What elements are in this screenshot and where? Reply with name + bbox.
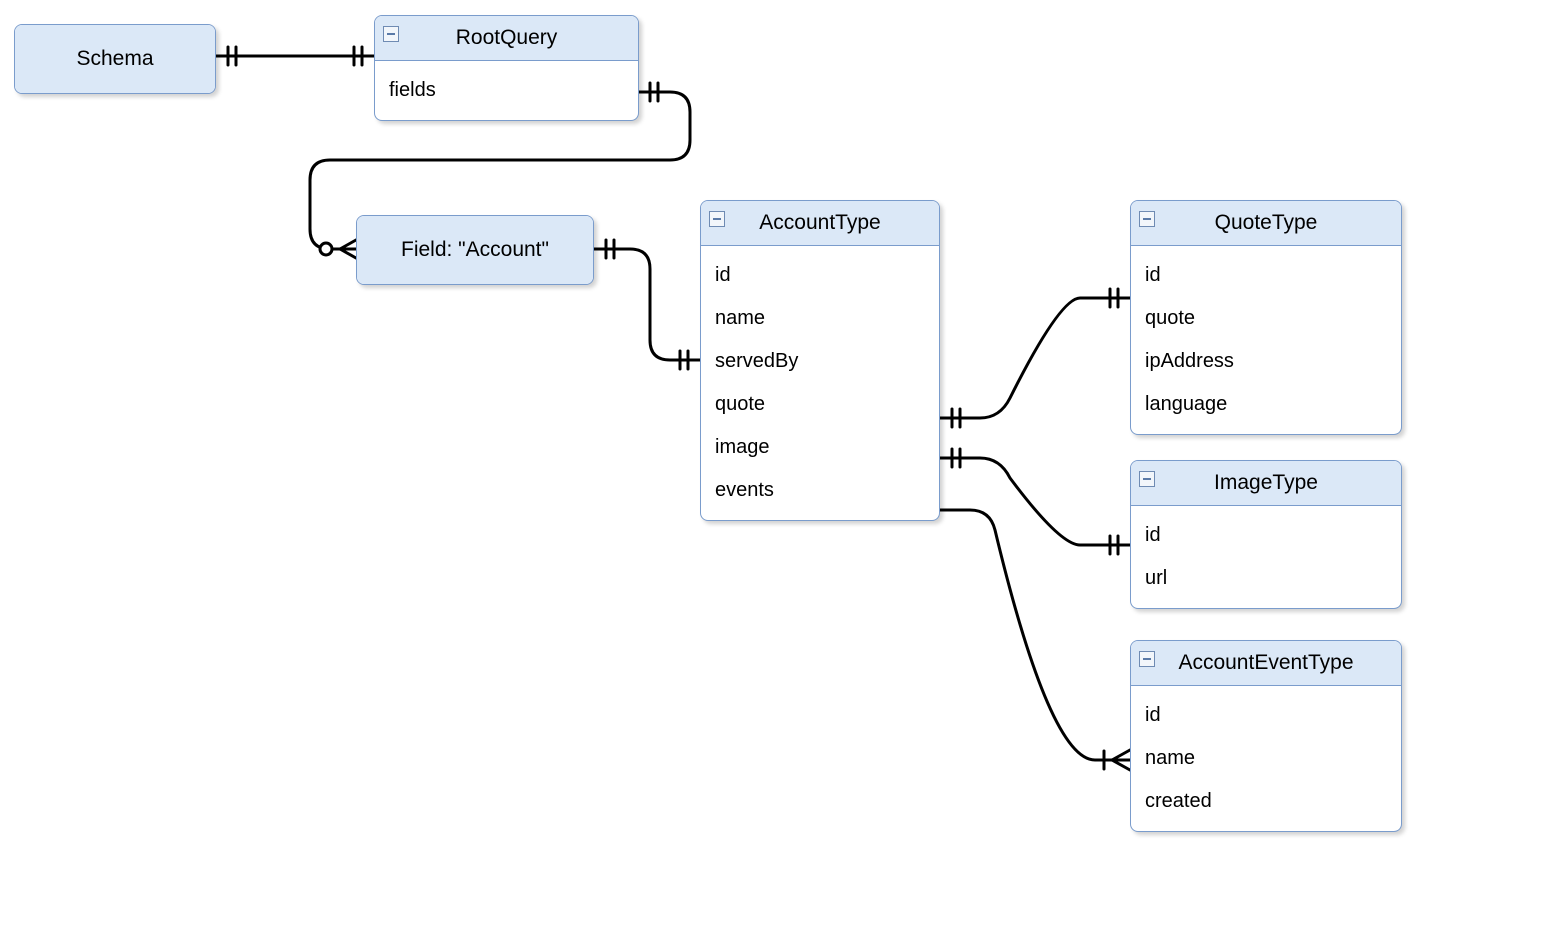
field-row: quote [715,383,925,426]
field-label: name [715,307,765,329]
edge-accounttype-imagetype [940,449,1130,554]
field-label: language [1145,393,1227,415]
entity-imagetype-body: id url [1131,506,1401,608]
entity-rootquery-title: RootQuery [456,26,558,49]
entity-schema[interactable]: Schema [14,24,216,94]
field-row: id [1145,694,1387,737]
collapse-icon[interactable] [1139,211,1155,227]
entity-accounteventtype[interactable]: AccountEventType id name created [1130,640,1402,832]
entity-rootquery[interactable]: RootQuery fields [374,15,639,121]
collapse-icon[interactable] [1139,471,1155,487]
field-label: id [1145,524,1161,546]
entity-accounttype[interactable]: AccountType id name servedBy quote image… [700,200,940,521]
field-label: image [715,436,769,458]
field-row: url [1145,557,1387,600]
field-row: fields [389,69,624,112]
field-row: name [715,297,925,340]
field-row: name [1145,737,1387,780]
entity-quotetype-title: QuoteType [1215,211,1318,234]
field-label: servedBy [715,350,798,372]
entity-quotetype-body: id quote ipAddress language [1131,246,1401,434]
entity-field-account[interactable]: Field: "Account" [356,215,594,285]
field-label: name [1145,747,1195,769]
entity-imagetype-header: ImageType [1131,461,1401,506]
entity-accounttype-header: AccountType [701,201,939,246]
entity-schema-header: Schema [15,25,215,93]
field-row: servedBy [715,340,925,383]
field-label: events [715,479,774,501]
entity-rootquery-header: RootQuery [375,16,638,61]
edge-accounttype-accounteventtype [940,510,1130,770]
entity-field-account-title: Field: "Account" [401,238,549,262]
entity-imagetype-title: ImageType [1214,471,1318,494]
entity-quotetype-header: QuoteType [1131,201,1401,246]
edge-accounttype-quotetype [940,289,1130,427]
field-row: language [1145,383,1387,426]
diagram-canvas: { "entities": { "schema": { "title": "Sc… [0,0,1552,928]
field-row: id [1145,514,1387,557]
field-row: quote [1145,297,1387,340]
collapse-icon[interactable] [1139,651,1155,667]
entity-accounteventtype-header: AccountEventType [1131,641,1401,686]
field-label: fields [389,79,436,101]
entity-rootquery-body: fields [375,61,638,120]
edge-fieldaccount-accounttype [594,240,700,369]
field-row: created [1145,780,1387,823]
field-row: id [715,254,925,297]
field-row: id [1145,254,1387,297]
field-label: ipAddress [1145,350,1234,372]
entity-schema-title: Schema [76,47,153,71]
collapse-icon[interactable] [709,211,725,227]
field-label: url [1145,567,1167,589]
entity-accounttype-body: id name servedBy quote image events [701,246,939,520]
entity-field-account-header: Field: "Account" [357,216,593,284]
field-label: quote [1145,307,1195,329]
field-label: created [1145,790,1212,812]
field-label: id [1145,264,1161,286]
entity-imagetype[interactable]: ImageType id url [1130,460,1402,609]
field-row: events [715,469,925,512]
field-label: id [1145,704,1161,726]
field-row: image [715,426,925,469]
field-label: id [715,264,731,286]
field-label: quote [715,393,765,415]
collapse-icon[interactable] [383,26,399,42]
field-row: ipAddress [1145,340,1387,383]
entity-accounttype-title: AccountType [759,211,880,234]
entity-accounteventtype-body: id name created [1131,686,1401,831]
entity-quotetype[interactable]: QuoteType id quote ipAddress language [1130,200,1402,435]
entity-accounteventtype-title: AccountEventType [1178,651,1353,674]
edge-schema-rootquery [216,47,374,65]
